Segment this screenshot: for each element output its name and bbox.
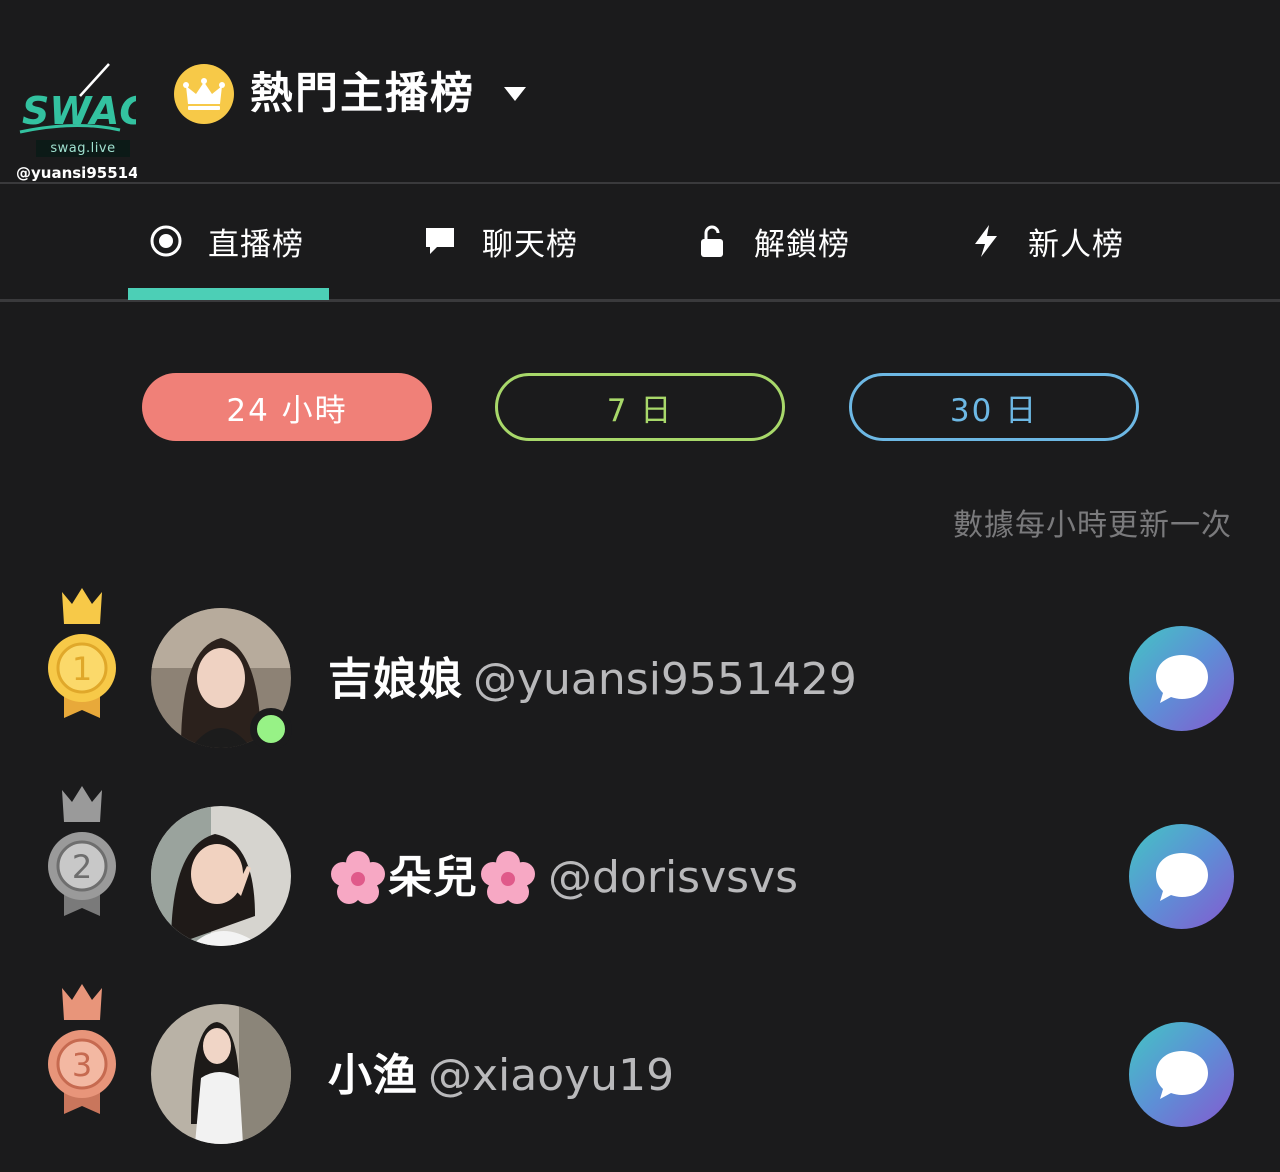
streamer-name: 吉娘娘 xyxy=(328,654,463,705)
gold-medal-icon: 1 xyxy=(48,588,116,718)
header: SWAG swag.live @yuansi9551429 熱門主播榜 xyxy=(0,0,1280,184)
ranking-row[interactable]: 1 吉娘娘 @yuansi9551429 xyxy=(0,586,1280,750)
cherry-blossom-icon xyxy=(481,851,535,904)
streamer-handle: @dorisvsvs xyxy=(548,852,799,903)
chat-bubble-icon xyxy=(420,221,460,261)
tab-label: 新人榜 xyxy=(1028,226,1124,263)
swag-logo-mark: SWAG xyxy=(19,63,136,134)
tab-label: 解鎖榜 xyxy=(754,226,850,263)
chat-bubble-icon xyxy=(1155,852,1208,901)
lightning-icon xyxy=(966,221,1006,261)
update-note: 數據每小時更新一次 xyxy=(953,508,1232,543)
leaderboard-page: SWAG swag.live @yuansi9551429 熱門主播榜 xyxy=(0,0,1280,1172)
bronze-medal-icon: 3 xyxy=(48,984,116,1114)
streamer-name: 朵兒 xyxy=(388,852,478,903)
tab-label: 聊天榜 xyxy=(482,226,578,263)
svg-text:2: 2 xyxy=(72,848,92,886)
streamer-name: 小渔 xyxy=(328,1050,418,1101)
streamer-name-line: 朵兒 @dorisvsvs xyxy=(328,848,798,908)
unlock-icon xyxy=(692,221,732,261)
caret-down-icon[interactable] xyxy=(502,84,528,104)
svg-text:3: 3 xyxy=(72,1046,92,1084)
crown-icon xyxy=(174,64,234,124)
tab-chat[interactable]: 聊天榜 xyxy=(420,186,578,296)
logo-handle: @yuansi9551429 xyxy=(16,164,137,182)
chat-button[interactable] xyxy=(1129,824,1234,929)
chat-button[interactable] xyxy=(1129,626,1234,731)
live-radio-icon xyxy=(146,221,186,261)
tab-newcomer[interactable]: 新人榜 xyxy=(966,186,1124,296)
streamer-name-line: 吉娘娘 @yuansi9551429 xyxy=(328,650,857,710)
chat-bubble-icon xyxy=(1155,1050,1208,1099)
streamer-name-line: 小渔 @xiaoyu19 xyxy=(328,1046,674,1106)
online-status-indicator xyxy=(250,708,292,750)
ranking-row[interactable]: 2 朵兒 @dorisvsvs xyxy=(0,784,1280,946)
avatar[interactable] xyxy=(151,806,291,946)
chat-button[interactable] xyxy=(1129,1022,1234,1127)
tab-live[interactable]: 直播榜 xyxy=(146,186,304,296)
logo-domain: swag.live xyxy=(36,140,130,157)
active-tab-indicator xyxy=(128,288,329,300)
chat-bubble-icon xyxy=(1155,654,1208,703)
ranking-row[interactable]: 3 小渔 @xiaoyu19 xyxy=(0,982,1280,1144)
period-24h-button[interactable]: 24 小時 xyxy=(142,373,432,441)
page-title[interactable]: 熱門主播榜 xyxy=(250,64,475,124)
ranking-tabs: 直播榜 聊天榜 解鎖榜 新人榜 xyxy=(0,186,1280,302)
streamer-handle: @yuansi9551429 xyxy=(473,654,857,705)
period-30d-button[interactable]: 30 日 xyxy=(849,373,1139,441)
tab-label: 直播榜 xyxy=(208,226,304,263)
period-7d-button[interactable]: 7 日 xyxy=(495,373,785,441)
avatar[interactable] xyxy=(151,1004,291,1144)
streamer-handle: @xiaoyu19 xyxy=(428,1050,675,1101)
tab-unlock[interactable]: 解鎖榜 xyxy=(692,186,850,296)
swag-logo: SWAG swag.live @yuansi9551429 xyxy=(14,58,139,188)
svg-text:1: 1 xyxy=(72,650,92,688)
silver-medal-icon: 2 xyxy=(48,786,116,916)
cherry-blossom-icon xyxy=(331,851,385,904)
